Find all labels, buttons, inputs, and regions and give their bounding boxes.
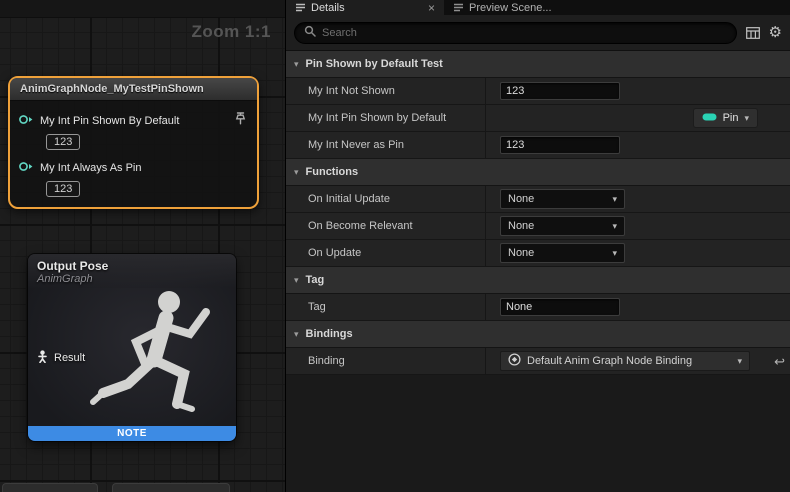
chevron-down-icon: ▾ (612, 194, 617, 205)
property-row-my-int-pin-shown-by-default: My Int Pin Shown by Default Pin ▾ (286, 105, 790, 132)
property-label: My Int Pin Shown by Default (286, 105, 486, 131)
search-input[interactable] (322, 27, 727, 39)
binding-value: Default Anim Graph Node Binding (527, 355, 692, 367)
section-title: Pin Shown by Default Test (306, 58, 443, 70)
pin-icon (702, 112, 717, 124)
property-row-my-int-never-as-pin: My Int Never as Pin (286, 132, 790, 159)
chevron-down-icon: ▾ (612, 248, 617, 259)
property-label: My Int Never as Pin (286, 132, 486, 158)
chevron-down-icon: ▾ (612, 221, 617, 232)
property-label: On Initial Update (286, 186, 486, 212)
section-tag[interactable]: ▾ Tag (286, 267, 790, 294)
property-row-my-int-not-shown: My Int Not Shown (286, 78, 790, 105)
column-view-icon[interactable] (746, 27, 760, 39)
tab-close-icon[interactable]: × (428, 2, 435, 14)
pin-visibility-dropdown[interactable]: Pin ▾ (693, 108, 758, 128)
graph-top-strip (0, 0, 285, 18)
my-int-never-as-pin-input[interactable] (500, 136, 620, 154)
section-bindings[interactable]: ▾ Bindings (286, 321, 790, 348)
pin-label: My Int Always As Pin (40, 162, 249, 174)
property-label: My Int Not Shown (286, 78, 486, 104)
output-pose-node[interactable]: Output Pose AnimGraph Result NOTE (28, 254, 236, 441)
tag-input[interactable] (500, 298, 620, 316)
on-initial-update-dropdown[interactable]: None ▾ (500, 189, 625, 209)
chevron-down-icon: ▾ (294, 275, 299, 286)
tab-details[interactable]: Details × (286, 0, 444, 15)
test-node-title[interactable]: AnimGraphNode_MyTestPinShown (10, 78, 257, 101)
property-list: ▾ Pin Shown by Default Test My Int Not S… (286, 51, 790, 492)
pin-visibility-toggle-icon[interactable] (235, 112, 246, 130)
dropdown-value: None (508, 220, 534, 232)
section-pin-shown-by-default-test[interactable]: ▾ Pin Shown by Default Test (286, 51, 790, 78)
property-label: Binding (286, 348, 486, 374)
output-node-subtitle: AnimGraph (37, 273, 227, 285)
anim-graph-test-node[interactable]: AnimGraphNode_MyTestPinShown My Int Pin … (8, 76, 259, 209)
settings-gear-icon[interactable]: ⚙ (769, 25, 782, 40)
chevron-down-icon: ▾ (294, 329, 299, 340)
on-become-relevant-dropdown[interactable]: None ▾ (500, 216, 625, 236)
int-pin-icon[interactable] (18, 112, 34, 130)
property-label: On Update (286, 240, 486, 266)
offscreen-node-top[interactable] (112, 483, 230, 492)
property-label: Tag (286, 294, 486, 320)
section-title: Bindings (306, 328, 353, 340)
result-pin-label: Result (54, 352, 85, 364)
tab-preview-scene-label: Preview Scene... (469, 2, 552, 14)
section-title: Tag (306, 274, 325, 286)
bind-arrow-icon[interactable]: ↩ (774, 355, 785, 368)
my-int-not-shown-input[interactable] (500, 82, 620, 100)
preview-scene-tab-icon (453, 2, 464, 13)
details-tab-icon (295, 2, 306, 13)
note-bubble[interactable]: NOTE (28, 426, 236, 441)
output-node-header[interactable]: Output Pose AnimGraph (28, 254, 236, 288)
property-row-on-initial-update: On Initial Update None ▾ (286, 186, 790, 213)
tab-details-label: Details (311, 2, 345, 14)
pin-label: My Int Pin Shown By Default (40, 115, 229, 127)
tab-bar: Details × Preview Scene... (286, 0, 790, 15)
chevron-down-icon: ▾ (294, 59, 299, 70)
details-panel: Details × Preview Scene... ⚙ ▾ Pin Shown… (285, 0, 790, 492)
tab-preview-scene[interactable]: Preview Scene... (444, 0, 561, 15)
pin-row: My Int Always As Pin 123 (10, 150, 257, 197)
binding-dropdown[interactable]: Default Anim Graph Node Binding ▾ (500, 351, 750, 371)
search-icon (304, 24, 316, 42)
property-row-tag: Tag (286, 294, 790, 321)
mannequin-preview-image (74, 280, 224, 430)
pose-pin-icon[interactable] (37, 350, 48, 366)
details-toolbar: ⚙ (286, 15, 790, 51)
int-pin-icon[interactable] (18, 159, 34, 177)
offscreen-node-top[interactable] (2, 483, 98, 492)
test-node-body: My Int Pin Shown By Default 123 My Int A… (10, 101, 257, 207)
zoom-level-label: Zoom 1:1 (191, 22, 271, 42)
search-box[interactable] (294, 22, 737, 44)
pin-default-value[interactable]: 123 (46, 181, 80, 197)
pin-default-value[interactable]: 123 (46, 134, 80, 150)
pin-dropdown-label: Pin (723, 112, 739, 124)
pin-row: My Int Pin Shown By Default 123 (10, 103, 257, 150)
chevron-down-icon: ▾ (744, 113, 749, 124)
dropdown-value: None (508, 193, 534, 205)
property-row-binding: Binding Default Anim Graph Node Binding … (286, 348, 790, 375)
on-update-dropdown[interactable]: None ▾ (500, 243, 625, 263)
anim-graph-canvas[interactable]: Zoom 1:1 AnimGraphNode_MyTestPinShown My… (0, 0, 285, 492)
binding-icon (508, 353, 521, 369)
dropdown-value: None (508, 247, 534, 259)
section-title: Functions (306, 166, 359, 178)
property-row-on-update: On Update None ▾ (286, 240, 790, 267)
property-row-on-become-relevant: On Become Relevant None ▾ (286, 213, 790, 240)
chevron-down-icon: ▾ (294, 167, 299, 178)
property-label: On Become Relevant (286, 213, 486, 239)
result-pin[interactable]: Result (37, 350, 85, 366)
chevron-down-icon: ▾ (737, 356, 742, 367)
section-functions[interactable]: ▾ Functions (286, 159, 790, 186)
output-node-title: Output Pose (37, 259, 227, 273)
